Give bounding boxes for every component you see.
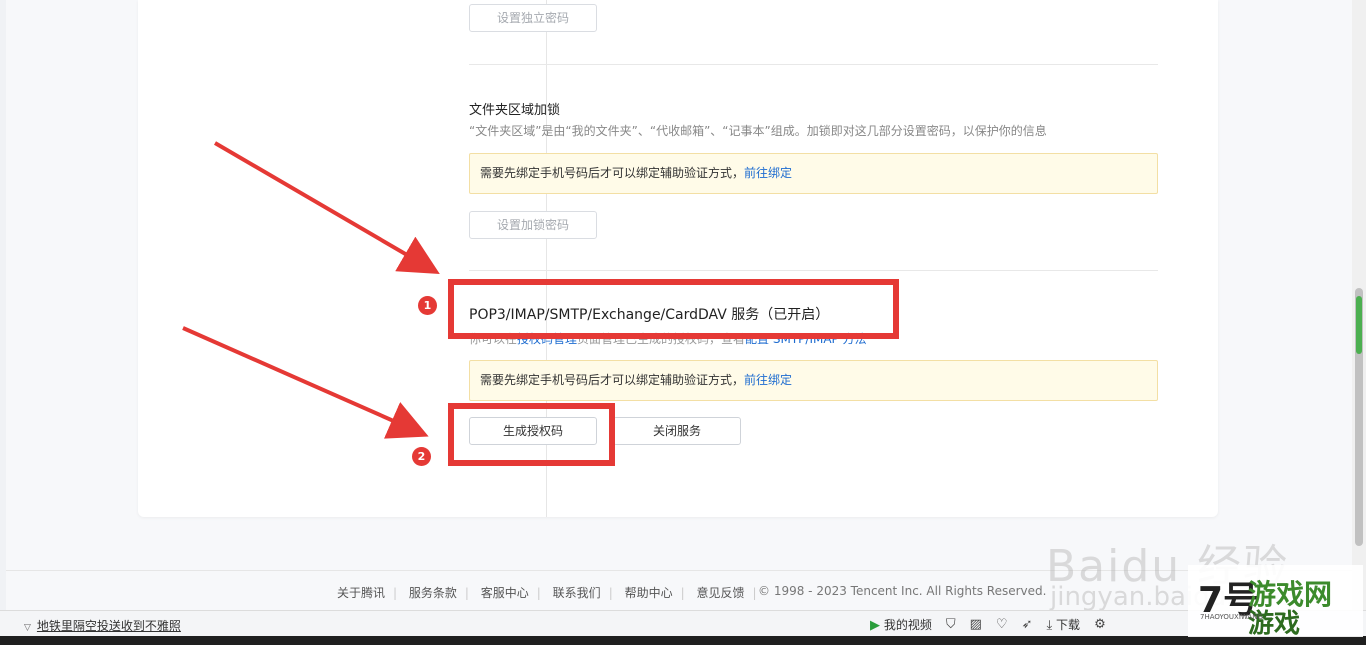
arrow-1: [213, 141, 440, 275]
news-headline-link[interactable]: 地铁里隔空投送收到不雅照: [37, 619, 181, 633]
my-video-button[interactable]: ▶ 我的视频: [870, 616, 932, 633]
site-logo-watermark: 7号 游戏网 游戏 7HAOYOUXIWANG: [1188, 565, 1363, 639]
scrollbar[interactable]: [1352, 0, 1366, 610]
footer-link-help[interactable]: 帮助中心: [625, 586, 673, 600]
logo-text-2: 游戏: [1248, 609, 1301, 639]
download-label: 下载: [1056, 618, 1081, 632]
download-button[interactable]: ⤓ 下载: [1046, 616, 1080, 633]
arrow-2: [182, 326, 429, 439]
heart-icon[interactable]: ♡: [996, 617, 1008, 632]
download-icon: ⤓: [1046, 618, 1053, 633]
annotation-marker-1: 1: [418, 296, 437, 315]
logo-pinyin: 7HAOYOUXIWANG: [1200, 613, 1263, 621]
annotation-marker-2: 2: [412, 447, 431, 466]
footer-link-support[interactable]: 客服中心: [481, 586, 529, 600]
footer-link-contact[interactable]: 联系我们: [553, 586, 601, 600]
chevron-down-icon: ▽: [24, 623, 31, 633]
status-news[interactable]: ▽ 地铁里隔空投送收到不雅照: [24, 617, 181, 634]
my-video-label: 我的视频: [883, 618, 932, 632]
shield-icon[interactable]: ⛉: [946, 617, 956, 632]
footer-link-terms[interactable]: 服务条款: [409, 586, 457, 600]
copyright-text: © 1998 - 2023 Tencent Inc. All Rights Re…: [758, 584, 1047, 598]
image-icon[interactable]: ▨: [970, 617, 982, 632]
browser-status-bar: ▽ 地铁里隔空投送收到不雅照 ▶ 我的视频 ⛉ ▨ ♡ ➶ ⤓ 下载 ⚙: [0, 610, 1366, 636]
settings-icon[interactable]: ⚙: [1094, 617, 1106, 632]
highlight-box-pop-title: [448, 279, 899, 339]
scroll-indicator: [1356, 296, 1362, 354]
footer-links: 关于腾讯 | 服务条款 | 客服中心 | 联系我们 | 帮助中心 | 意见反馈 |: [337, 586, 757, 600]
play-icon: ▶: [870, 618, 880, 633]
highlight-box-generate-button: [448, 403, 615, 466]
footer-link-about[interactable]: 关于腾讯: [337, 586, 385, 600]
status-tools: ▶ 我的视频 ⛉ ▨ ♡ ➶ ⤓ 下载 ⚙: [870, 616, 1106, 633]
rocket-icon[interactable]: ➶: [1022, 617, 1033, 632]
taskbar: [0, 636, 1366, 645]
footer-link-feedback[interactable]: 意见反馈: [696, 586, 744, 600]
